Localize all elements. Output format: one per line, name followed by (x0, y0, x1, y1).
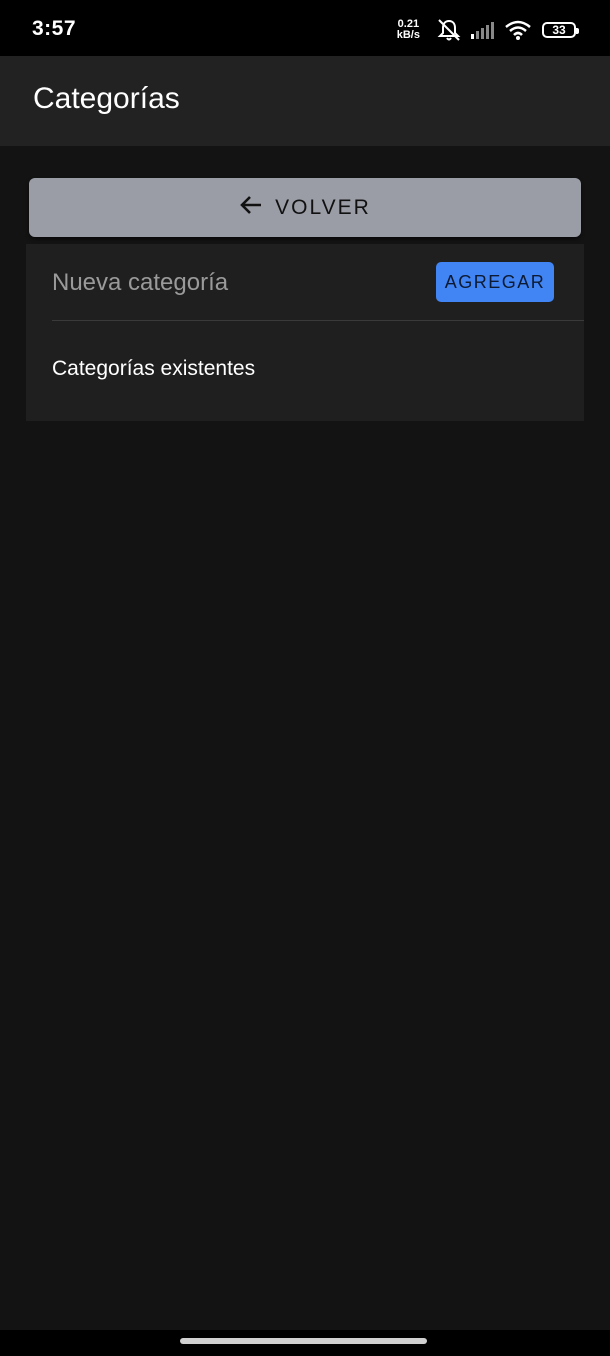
navigation-bar (0, 1330, 610, 1356)
battery-icon: 33 (542, 22, 579, 38)
status-icons: 0.21 kB/s 33 (397, 16, 579, 44)
network-speed: 0.21 kB/s (397, 19, 420, 41)
status-bar: 3:57 0.21 kB/s 33 (0, 0, 610, 56)
back-button[interactable]: VOLVER (29, 178, 581, 237)
network-speed-unit: kB/s (396, 29, 420, 41)
divider (52, 320, 584, 321)
app-bar: Categorías (0, 56, 610, 146)
add-category-button[interactable]: AGREGAR (436, 262, 554, 302)
page-title: Categorías (33, 82, 180, 115)
back-button-label: VOLVER (275, 195, 371, 219)
new-category-input[interactable] (52, 258, 422, 308)
battery-level: 33 (552, 23, 566, 37)
mute-notifications-icon (436, 18, 462, 42)
arrow-left-icon (239, 194, 263, 221)
existing-categories-label: Categorías existentes (52, 357, 256, 380)
home-indicator[interactable] (180, 1338, 427, 1344)
categories-card: AGREGAR Categorías existentes (26, 244, 584, 421)
status-time: 3:57 (32, 17, 77, 40)
signal-icon (470, 20, 496, 40)
wifi-icon (504, 19, 532, 41)
